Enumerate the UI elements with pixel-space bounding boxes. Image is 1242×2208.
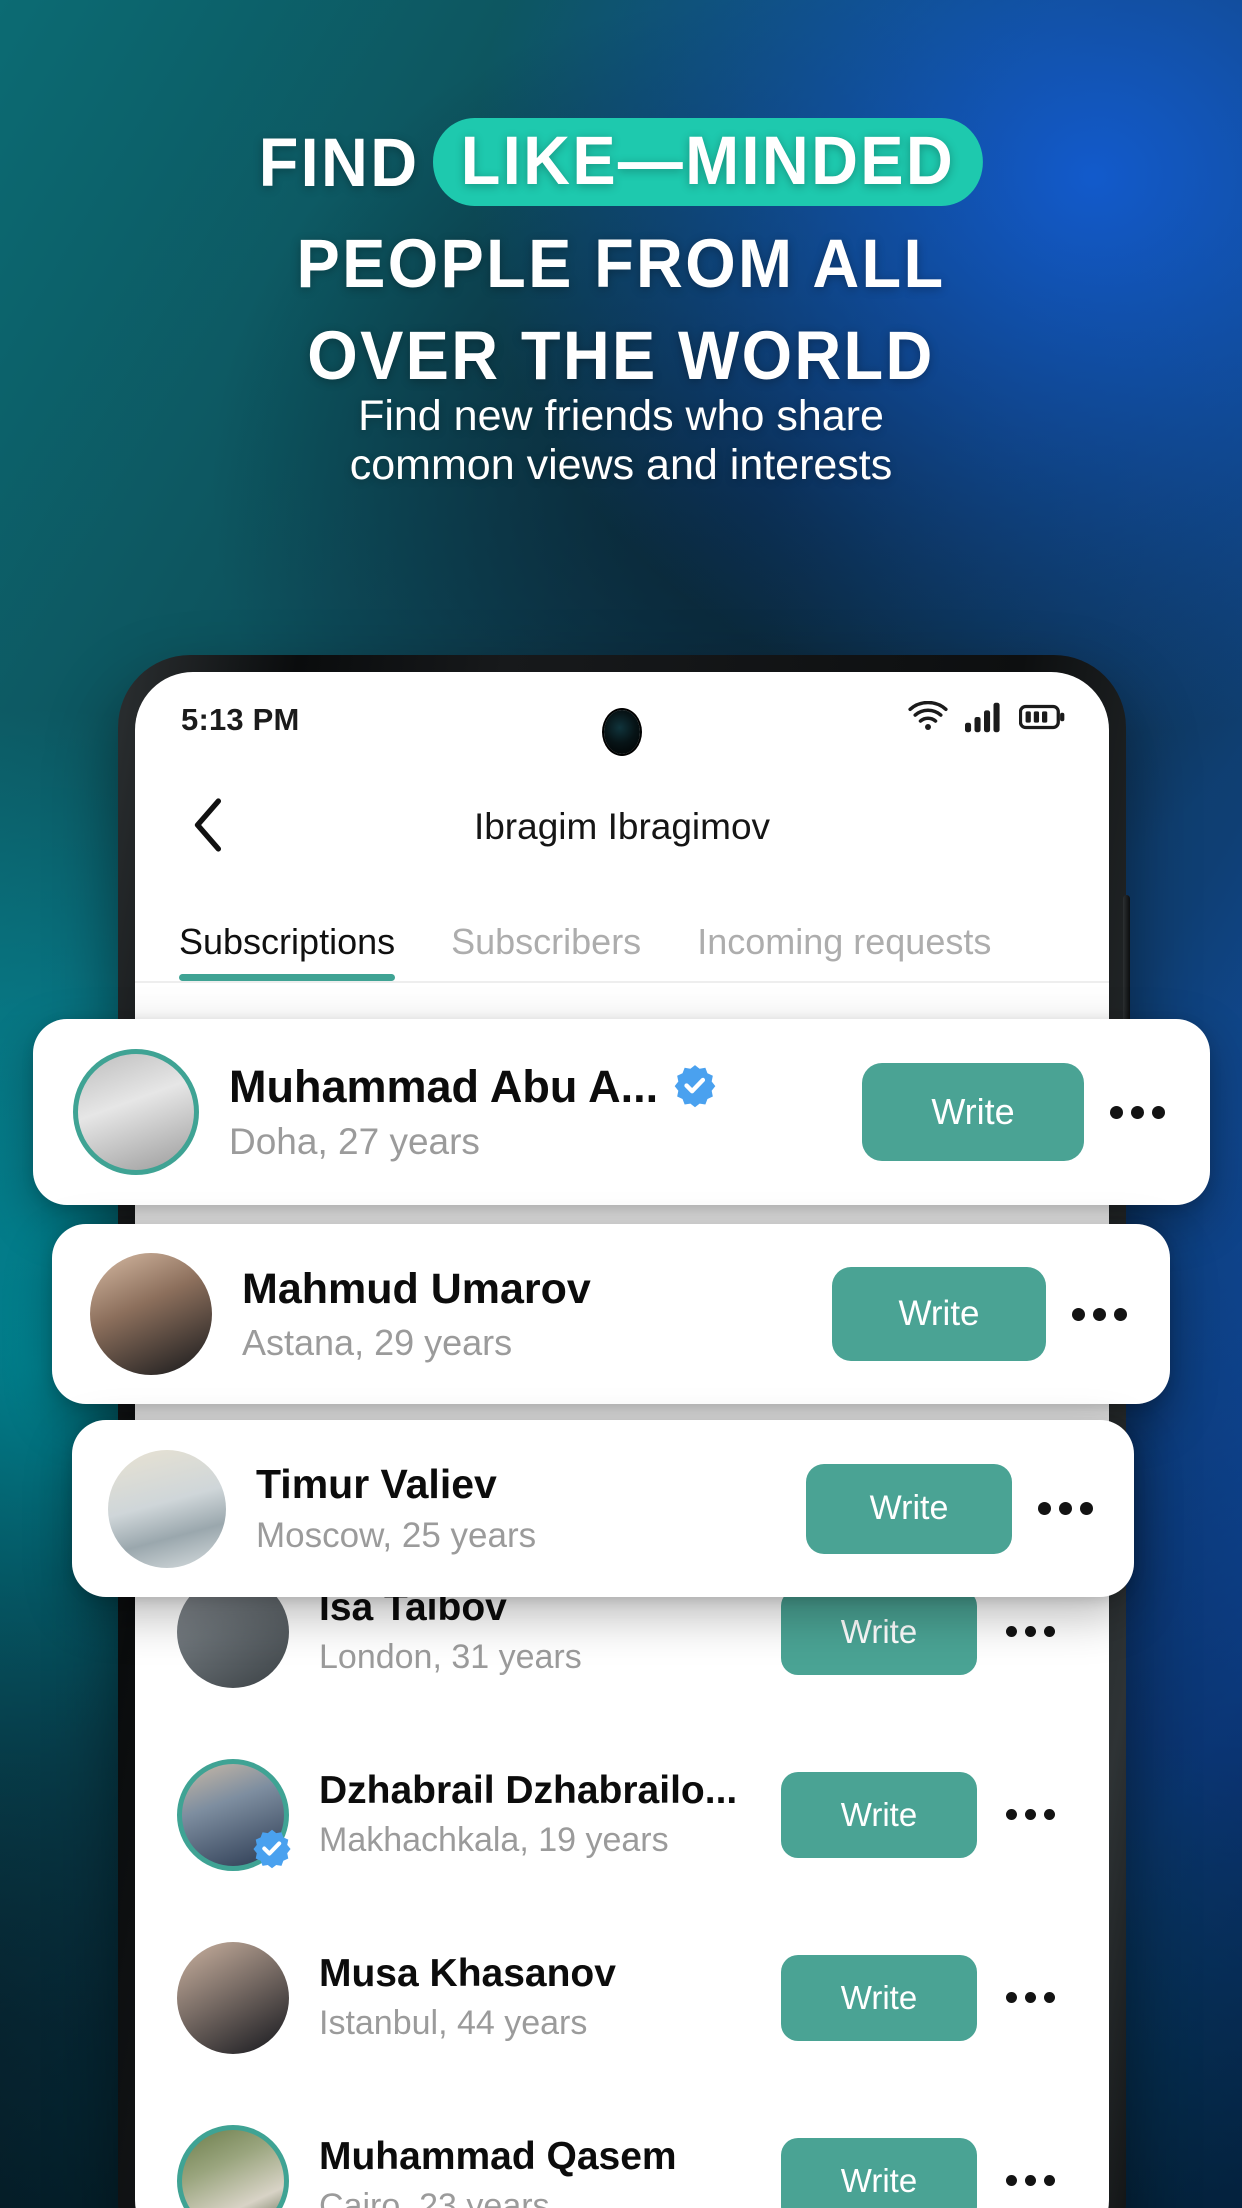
cellular-signal-icon	[965, 701, 1003, 738]
status-bar: 5:13 PM	[135, 672, 1109, 767]
back-chevron-icon	[192, 797, 226, 857]
tab-subscribers[interactable]: Subscribers	[451, 921, 641, 981]
promo-subtitle: Find new friends who share common views …	[0, 392, 1242, 489]
wifi-icon	[907, 700, 949, 738]
verified-badge-icon	[251, 1827, 293, 1869]
phone-side-button	[1123, 895, 1130, 1025]
list-item-info: Musa Khasanov Istanbul, 44 years	[289, 1952, 781, 2043]
list-item-name: Musa Khasanov	[319, 1952, 616, 1995]
more-horizontal-icon[interactable]	[1022, 1466, 1108, 1552]
tab-bar: Subscriptions Subscribers Incoming reque…	[135, 887, 1109, 983]
more-horizontal-icon[interactable]	[987, 2138, 1073, 2208]
more-horizontal-icon[interactable]	[987, 1955, 1073, 2041]
list-item-name: Muhammad Abu A...	[229, 1061, 659, 1112]
tab-subscriptions[interactable]: Subscriptions	[179, 921, 396, 981]
promo-subtitle-line-1: Find new friends who share	[358, 392, 884, 440]
list-item[interactable]: Musa Khasanov Istanbul, 44 years Write	[135, 1906, 1109, 2089]
highlighted-contact-card[interactable]: Mahmud Umarov Astana, 29 years Write	[52, 1224, 1170, 1404]
list-item-name-line: Musa Khasanov	[319, 1952, 781, 1996]
list-item-name-line: Dzhabrail Dzhabrailo...	[319, 1769, 781, 1813]
avatar-image	[108, 1449, 226, 1568]
status-bar-icons	[907, 700, 1065, 738]
more-horizontal-icon[interactable]	[987, 1589, 1073, 1675]
more-horizontal-icon[interactable]	[1094, 1069, 1180, 1155]
avatar-image	[177, 1941, 289, 2054]
headline-line-3: OVER THE WORLD	[307, 317, 935, 394]
list-item-name-line: Mahmud Umarov	[242, 1265, 832, 1314]
list-item-name-line: Muhammad Abu A...	[229, 1061, 862, 1113]
write-button[interactable]: Write	[781, 1771, 977, 1858]
list-item-info: Mahmud Umarov Astana, 29 years	[212, 1265, 832, 1364]
front-camera-punch-hole	[604, 710, 640, 754]
write-button[interactable]: Write	[862, 1063, 1084, 1161]
list-item-location-age: Cairo, 23 years	[319, 2187, 550, 2208]
list-item-name: Dzhabrail Dzhabrailo...	[319, 1769, 738, 1812]
more-horizontal-icon[interactable]	[987, 1772, 1073, 1858]
list-item-info: Timur Valiev Moscow, 25 years	[226, 1461, 806, 1556]
avatar[interactable]	[90, 1253, 212, 1375]
battery-icon	[1018, 703, 1065, 736]
list-item-name: Muhammad Qasem	[319, 2135, 677, 2178]
highlighted-contact-card[interactable]: Timur Valiev Moscow, 25 years Write	[72, 1420, 1134, 1597]
list-item-info: Isa Taibov London, 31 years	[289, 1586, 781, 1677]
list-item-location-age: Istanbul, 44 years	[319, 2004, 588, 2042]
headline-word-find: FIND	[258, 123, 420, 201]
avatar[interactable]	[177, 2124, 289, 2208]
list-item-info: Dzhabrail Dzhabrailo... Makhachkala, 19 …	[289, 1769, 781, 1860]
write-button[interactable]: Write	[781, 1954, 977, 2041]
list-item-name: Timur Valiev	[256, 1461, 497, 1507]
avatar-image	[90, 1253, 212, 1375]
list-item[interactable]: Dzhabrail Dzhabrailo... Makhachkala, 19 …	[135, 1723, 1109, 1906]
tab-incoming-requests[interactable]: Incoming requests	[697, 921, 991, 981]
app-header: Ibragim Ibragimov	[135, 767, 1109, 887]
write-button[interactable]: Write	[806, 1463, 1012, 1554]
headline-line-2: PEOPLE FROM ALL	[296, 225, 946, 302]
status-bar-time: 5:13 PM	[181, 701, 300, 737]
headline-pill-like-minded: LIKE—MINDED	[432, 118, 984, 206]
list-item-info: Muhammad Qasem Cairo, 23 years	[289, 2135, 781, 2208]
write-button[interactable]: Write	[781, 1588, 977, 1675]
avatar[interactable]	[177, 1941, 289, 2054]
list-item-location-age: Makhachkala, 19 years	[319, 1821, 669, 1859]
page-title: Ibragim Ibragimov	[473, 806, 771, 847]
highlighted-contact-card[interactable]: Muhammad Abu A... Doha, 27 years Write	[33, 1019, 1210, 1205]
list-item[interactable]: Muhammad Qasem Cairo, 23 years Write	[135, 2089, 1109, 2208]
list-item-info: Muhammad Abu A... Doha, 27 years	[199, 1061, 862, 1163]
avatar-image	[73, 1049, 199, 1175]
list-item-location-age: Astana, 29 years	[242, 1321, 513, 1363]
write-button[interactable]: Write	[781, 2137, 977, 2208]
more-horizontal-icon[interactable]	[1056, 1271, 1142, 1357]
list-item-name-line: Timur Valiev	[256, 1461, 806, 1508]
write-button[interactable]: Write	[832, 1267, 1046, 1361]
list-item-name: Mahmud Umarov	[242, 1264, 591, 1313]
list-item-location-age: Doha, 27 years	[229, 1121, 480, 1162]
headline-line-1: FIND LIKE—MINDED	[37, 118, 1204, 206]
promo-headline: FIND LIKE—MINDED PEOPLE FROM ALL OVER TH…	[0, 118, 1242, 390]
list-item-location-age: Moscow, 25 years	[256, 1516, 537, 1555]
avatar-image	[177, 2124, 289, 2208]
avatar[interactable]	[177, 1758, 291, 1871]
list-item-name-line: Muhammad Qasem	[319, 2135, 781, 2179]
back-button[interactable]	[181, 797, 237, 857]
promo-subtitle-line-2: common views and interests	[349, 440, 893, 489]
verified-badge-icon	[672, 1062, 718, 1113]
avatar[interactable]	[108, 1449, 226, 1568]
list-item-location-age: London, 31 years	[319, 1638, 582, 1676]
avatar[interactable]	[73, 1049, 199, 1175]
